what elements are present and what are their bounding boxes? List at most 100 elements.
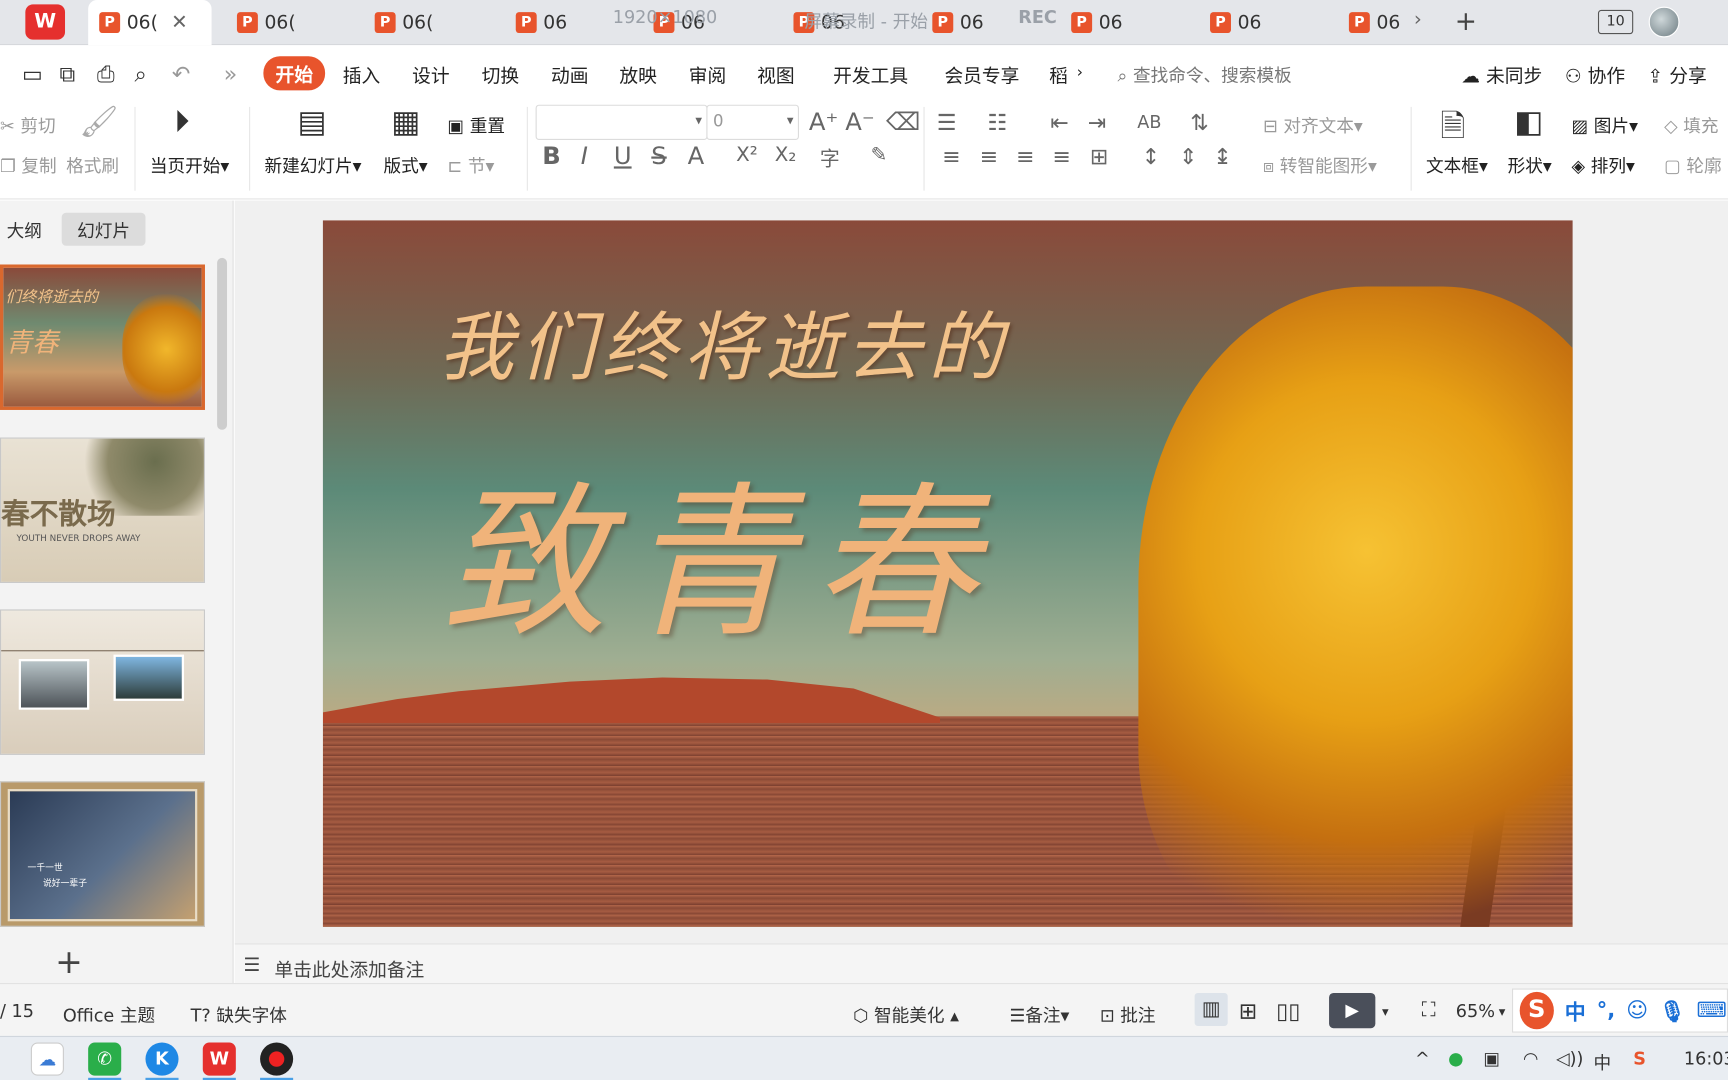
menu-insert[interactable]: 插入 — [343, 61, 380, 88]
text-box-button[interactable]: 文本框▾ — [1426, 151, 1488, 177]
tray-status-circle-icon[interactable]: ● — [1448, 1048, 1463, 1069]
menu-developer[interactable]: 开发工具 — [833, 61, 908, 88]
save-icon[interactable]: ▭ — [22, 61, 43, 87]
font-color-icon[interactable]: A — [688, 143, 705, 171]
wps-logo[interactable]: W — [25, 4, 66, 40]
volume-icon[interactable]: ◁)) — [1556, 1048, 1583, 1069]
fill-button[interactable]: ◇ 填充 — [1664, 111, 1718, 137]
smart-beautify-button[interactable]: ⬡ 智能美化 ▴ — [853, 1001, 959, 1027]
wechat-icon[interactable]: ✆ — [88, 1042, 122, 1076]
font-size-combo[interactable]: 0 ▾ — [706, 104, 799, 140]
kingsoft-k-icon[interactable]: K — [145, 1042, 179, 1076]
menu-member[interactable]: 会员专享 — [944, 61, 1019, 88]
play-slideshow-button[interactable]: ▶ — [1329, 992, 1376, 1029]
wifi-icon[interactable]: ◠ — [1523, 1048, 1538, 1069]
slide-thumbnail-2[interactable]: 春不散场 YOUTH NEVER DROPS AWAY — [0, 437, 205, 583]
menu-slideshow[interactable]: 放映 — [619, 61, 656, 88]
shape-button[interactable]: 形状▾ — [1508, 151, 1552, 177]
zoom-level[interactable]: 65% — [1456, 1001, 1495, 1022]
sync-status-button[interactable]: ☁ 未同步 — [1461, 61, 1542, 88]
numbered-list-icon[interactable]: ☷ — [987, 109, 1007, 135]
format-painter-icon[interactable]: 🖌 — [79, 104, 118, 140]
screen-recorder-icon[interactable] — [260, 1042, 294, 1076]
slide-title-line2[interactable]: 致青春 — [442, 430, 997, 669]
window-count-badge[interactable]: 10 — [1597, 9, 1634, 35]
line-spacing-icon[interactable]: ↕ — [1142, 143, 1160, 169]
grid-view-icon[interactable]: ⊞ — [1239, 997, 1257, 1023]
print-icon[interactable]: ⎙ — [97, 61, 115, 87]
command-search[interactable]: ⌕ 查找命令、搜索模板 — [1117, 61, 1291, 87]
document-tab[interactable]: P 06 — [505, 0, 626, 45]
share-button[interactable]: ⇪ 分享 — [1648, 61, 1707, 88]
emoji-icon[interactable]: ☺ — [1626, 998, 1648, 1022]
undo-icon[interactable]: ↶ — [172, 61, 190, 87]
menu-view[interactable]: 视图 — [757, 61, 794, 88]
tray-expand-chevron-icon[interactable]: ^ — [1415, 1048, 1430, 1069]
font-family-combo[interactable]: ▾ — [535, 104, 708, 140]
slide-title-line1[interactable]: 我们终将逝去的 — [439, 287, 1010, 396]
align-text-button[interactable]: ⊟ 对齐文本▾ — [1263, 111, 1363, 137]
theme-name[interactable]: Office 主题 — [63, 1001, 155, 1027]
highlight-icon[interactable]: ✎ — [871, 143, 888, 166]
play-options-arrow-icon[interactable]: ▾ — [1382, 1004, 1389, 1019]
clear-format-icon[interactable]: ⌫ — [886, 109, 920, 137]
user-avatar[interactable] — [1648, 6, 1680, 38]
section-button[interactable]: ⊏ 节▾ — [447, 151, 494, 177]
ime-punctuation[interactable]: °, — [1597, 998, 1615, 1022]
document-tab[interactable]: P 06 — [1060, 0, 1181, 45]
superscript-icon[interactable]: X² — [736, 143, 758, 166]
bold-icon[interactable]: B — [542, 143, 560, 171]
normal-view-icon[interactable]: ▥ — [1194, 992, 1228, 1026]
text-box-icon[interactable]: 🗎 — [1440, 104, 1465, 157]
document-tab[interactable]: P 06 — [1338, 0, 1411, 45]
new-slide-icon[interactable]: ▤ — [298, 104, 327, 140]
underline-icon[interactable]: U — [614, 143, 632, 171]
baidu-netdisk-icon[interactable]: ☁ — [30, 1042, 64, 1076]
outline-button[interactable]: ▢ 轮廓 — [1664, 151, 1722, 177]
new-tab-plus-icon[interactable]: + — [1455, 6, 1477, 37]
menu-docer[interactable]: 稻 — [1049, 61, 1068, 88]
phonetic-guide-icon[interactable]: 字 — [820, 143, 840, 172]
sort-icon[interactable]: ⇅ — [1190, 109, 1208, 135]
reset-button[interactable]: ▣ 重置 — [447, 111, 505, 137]
keyboard-icon[interactable]: ⌨ — [1697, 998, 1727, 1022]
export-pdf-icon[interactable]: ⧉ — [60, 61, 76, 87]
close-tab-icon[interactable]: ✕ — [171, 11, 188, 34]
layout-button[interactable]: 版式▾ — [384, 151, 428, 177]
document-tab[interactable]: P 06 — [1199, 0, 1320, 45]
missing-font-button[interactable]: T? 缺失字体 — [191, 1001, 287, 1027]
shrink-font-icon[interactable]: A⁻ — [845, 109, 874, 137]
shapes-icon[interactable]: ◧ — [1514, 104, 1543, 140]
wps-taskbar-icon[interactable]: W — [202, 1042, 236, 1076]
print-preview-icon[interactable]: ⌕ — [134, 61, 146, 87]
ime-language[interactable]: 中 — [1565, 996, 1586, 1026]
picture-button[interactable]: ▨ 图片▾ — [1572, 111, 1638, 137]
bullet-list-icon[interactable]: ☰ — [937, 109, 957, 135]
paragraph-spacing-icon[interactable]: ⇕ — [1179, 143, 1197, 169]
layout-icon[interactable]: ▦ — [391, 104, 420, 140]
menu-animations[interactable]: 动画 — [551, 61, 588, 88]
menu-design[interactable]: 设计 — [412, 61, 449, 88]
fit-window-icon[interactable]: ⛶ — [1422, 998, 1436, 1021]
microphone-icon[interactable]: 🎙 — [1659, 998, 1686, 1023]
arrange-button[interactable]: ◈ 排列▾ — [1572, 151, 1635, 177]
align-center-icon[interactable]: ≡ — [980, 143, 998, 169]
collaborate-button[interactable]: ⚇ 协作 — [1565, 61, 1625, 88]
slide-thumbnail-1[interactable]: 们终将逝去的 青春 — [0, 264, 205, 410]
notes-pane[interactable]: ☰ 单击此处添加备注 — [234, 943, 1728, 984]
grow-font-icon[interactable]: A⁺ — [809, 109, 838, 137]
slide-thumbnail-3[interactable] — [0, 609, 205, 755]
format-painter-label[interactable]: 格式刷 — [66, 151, 119, 177]
reading-view-icon[interactable]: ▯▯ — [1276, 997, 1300, 1023]
tray-sogou-icon[interactable]: S — [1633, 1048, 1646, 1069]
more-chevrons-icon[interactable]: » — [224, 61, 238, 87]
play-from-current-button[interactable]: 当页开始▾ — [150, 151, 229, 177]
cut-button[interactable]: ✂ 剪切 — [0, 111, 56, 137]
comment-button[interactable]: ⊡ 批注 — [1100, 1001, 1156, 1027]
justify-icon[interactable]: ≡ — [1052, 143, 1070, 169]
line-spacing-options-icon[interactable]: ↨ — [1213, 143, 1231, 169]
text-direction-icon[interactable]: AB — [1137, 111, 1161, 132]
align-right-icon[interactable]: ≡ — [1016, 143, 1034, 169]
document-tab[interactable]: P 06( — [364, 0, 485, 45]
increase-indent-icon[interactable]: ⇥ — [1088, 109, 1106, 135]
